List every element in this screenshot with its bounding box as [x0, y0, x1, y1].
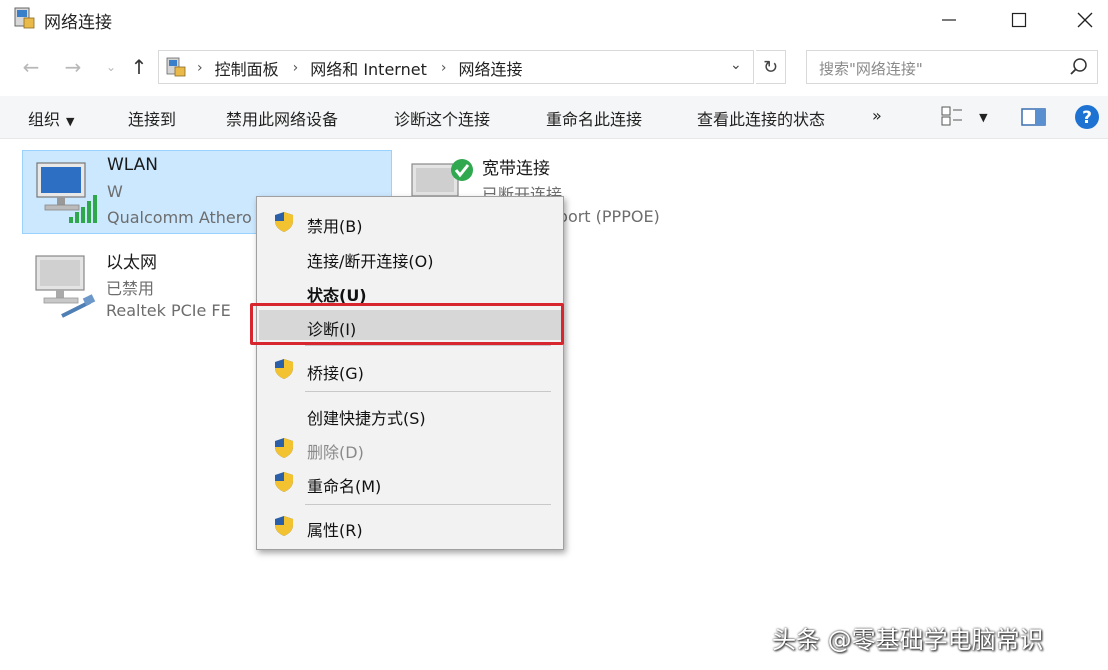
- back-arrow-icon: ←: [22, 55, 40, 79]
- menu-item-status[interactable]: 状态(U): [259, 276, 561, 306]
- connection-name: 宽带连接: [482, 159, 550, 179]
- menu-item-bridge[interactable]: 桥接(G): [259, 354, 561, 384]
- title-bar: 网络连接: [0, 0, 1108, 40]
- connect-to-button[interactable]: 连接到: [128, 106, 176, 130]
- menu-item-disable[interactable]: 禁用(B): [259, 207, 561, 237]
- breadcrumb-network-internet[interactable]: 网络和 Internet: [310, 56, 427, 80]
- change-view-button[interactable]: ▼: [940, 104, 988, 132]
- menu-item-label: 删除(D): [307, 443, 364, 462]
- svg-text:?: ?: [1082, 108, 1092, 128]
- network-connections-window: 网络连接 ← → ⌄ ↑ › 控制面板 › 网络和 Internet › 网络连…: [0, 0, 1108, 670]
- organize-label: 组织: [28, 110, 61, 129]
- uac-shield-icon: [275, 472, 293, 492]
- more-commands-button[interactable]: »: [872, 106, 882, 125]
- view-options-icon: [941, 106, 962, 126]
- menu-item-label: 重命名(M): [307, 477, 382, 496]
- search-placeholder: 搜索"网络连接": [819, 60, 923, 78]
- context-menu: 禁用(B) 连接/断开连接(O) 状态(U) 诊断(I) 桥接(G) 创建快捷方…: [256, 196, 564, 550]
- up-arrow-icon: ↑: [130, 55, 148, 79]
- dropdown-arrow-icon: ▼: [979, 111, 988, 124]
- highlight-annotation-box: [250, 303, 564, 345]
- chevron-down-icon: ⌄: [730, 57, 742, 73]
- organize-menu[interactable]: 组织 ▼: [28, 106, 74, 130]
- breadcrumb-separator-icon: ›: [197, 60, 203, 76]
- rename-connection-button[interactable]: 重命名此连接: [546, 106, 642, 130]
- refresh-button[interactable]: ↻: [756, 50, 786, 84]
- watermark-text: 头条 @零基础学电脑常识: [772, 626, 1044, 654]
- forward-arrow-icon: →: [64, 55, 82, 79]
- maximize-icon: [1011, 12, 1027, 28]
- search-input[interactable]: 搜索"网络连接": [806, 50, 1098, 84]
- window-title: 网络连接: [44, 13, 112, 33]
- menu-separator: [305, 345, 551, 346]
- close-icon: [1077, 12, 1093, 28]
- uac-shield-icon: [275, 438, 293, 458]
- command-toolbar: 组织 ▼ 连接到 禁用此网络设备 诊断这个连接 重命名此连接 查看此连接的状态 »…: [0, 96, 1108, 139]
- breadcrumb-separator-icon: ›: [440, 60, 447, 76]
- connection-status: 已禁用: [106, 279, 155, 298]
- disable-device-button[interactable]: 禁用此网络设备: [226, 106, 338, 130]
- menu-item-label: 桥接(G): [307, 364, 364, 383]
- recent-locations-button[interactable]: ⌄: [98, 54, 124, 80]
- breadcrumb: › 控制面板 › 网络和 Internet › 网络连接: [197, 51, 536, 85]
- minimize-button[interactable]: [918, 0, 980, 40]
- network-connections-app-icon: [14, 7, 35, 29]
- back-button[interactable]: ←: [18, 54, 44, 80]
- preview-pane-button[interactable]: [1021, 107, 1047, 131]
- minimize-icon: [942, 19, 956, 21]
- menu-item-label: 创建快捷方式(S): [307, 409, 426, 428]
- ethernet-adapter-icon: [35, 255, 96, 318]
- menu-item-delete[interactable]: 删除(D): [259, 433, 561, 463]
- menu-item-connect-disconnect[interactable]: 连接/断开连接(O): [259, 242, 561, 272]
- uac-shield-icon: [275, 516, 293, 536]
- help-icon: ?: [1075, 105, 1099, 129]
- close-button[interactable]: [1054, 0, 1108, 40]
- address-bar[interactable]: › 控制面板 › 网络和 Internet › 网络连接: [158, 50, 754, 84]
- chevron-down-icon: ⌄: [105, 60, 117, 74]
- view-status-button[interactable]: 查看此连接的状态: [697, 106, 825, 130]
- connection-status: W: [107, 182, 123, 201]
- connection-device: Realtek PCIe FE: [106, 301, 231, 320]
- wireless-network-adapter-icon: [36, 162, 97, 223]
- preview-pane-icon: [1021, 108, 1046, 126]
- uac-shield-icon: [275, 359, 293, 379]
- breadcrumb-separator-icon: ›: [292, 60, 299, 76]
- menu-item-properties[interactable]: 属性(R): [259, 511, 561, 541]
- forward-button[interactable]: →: [60, 54, 86, 80]
- connection-name: 以太网: [106, 253, 157, 273]
- control-panel-icon: [166, 57, 186, 77]
- refresh-icon: ↻: [762, 56, 779, 78]
- menu-item-rename[interactable]: 重命名(M): [259, 467, 561, 497]
- help-button[interactable]: ?: [1074, 104, 1100, 134]
- search-icon: [1070, 58, 1087, 75]
- dropdown-arrow-icon: ▼: [66, 115, 75, 128]
- breadcrumb-control-panel[interactable]: 控制面板: [215, 56, 279, 80]
- menu-separator: [305, 391, 551, 392]
- menu-item-label: 属性(R): [307, 521, 363, 540]
- menu-item-label: 禁用(B): [307, 217, 363, 236]
- up-button[interactable]: ↑: [126, 54, 152, 80]
- menu-item-label: 连接/断开连接(O): [307, 252, 434, 271]
- connection-name: WLAN: [107, 155, 159, 175]
- menu-separator: [305, 504, 551, 505]
- address-history-dropdown[interactable]: ⌄: [730, 57, 742, 73]
- maximize-button[interactable]: [988, 0, 1050, 40]
- diagnose-connection-button[interactable]: 诊断这个连接: [394, 106, 490, 130]
- connection-device: Qualcomm Athero: [107, 208, 252, 227]
- breadcrumb-network-connections[interactable]: 网络连接: [458, 56, 522, 80]
- uac-shield-icon: [275, 212, 293, 232]
- menu-item-create-shortcut[interactable]: 创建快捷方式(S): [259, 399, 561, 429]
